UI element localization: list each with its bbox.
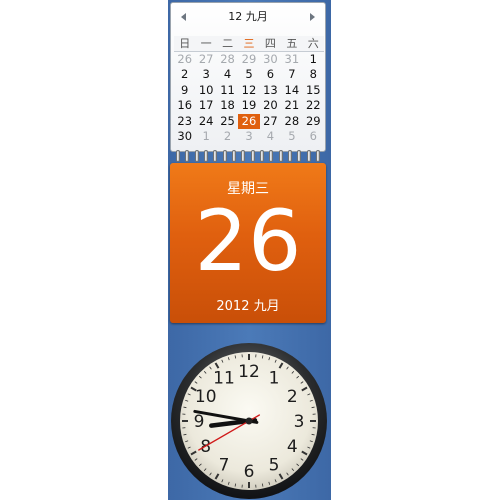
spiral-coil	[213, 150, 218, 162]
clock-number: 10	[195, 387, 217, 407]
calendar-day[interactable]: 22	[303, 98, 324, 114]
clock-number: 5	[269, 455, 280, 475]
calendar-day[interactable]: 2	[174, 67, 195, 83]
spiral-coil	[203, 150, 208, 162]
calendar-day[interactable]: 6	[260, 67, 281, 83]
weekday-header: 六	[302, 36, 324, 52]
calendar-day[interactable]: 21	[281, 98, 302, 114]
calendar-day[interactable]: 24	[195, 114, 216, 130]
clock-number: 2	[287, 387, 298, 407]
analog-clock[interactable]: 12 12 3 45678 9 1011	[168, 338, 330, 500]
calendar-day[interactable]: 6	[303, 129, 324, 145]
spiral-coil	[241, 150, 246, 162]
calendar-day[interactable]: 16	[174, 98, 195, 114]
calendar-day[interactable]: 15	[303, 83, 324, 99]
spiral-coil	[297, 150, 302, 162]
clock-number: 6	[244, 462, 255, 482]
weekday-header: 日	[174, 36, 196, 52]
calendar-day[interactable]: 29	[238, 52, 259, 68]
calendar-day[interactable]: 27	[260, 114, 281, 130]
calendar-day[interactable]: 3	[195, 67, 216, 83]
weekday-header: 一	[195, 36, 217, 52]
calendar-day[interactable]: 17	[195, 98, 216, 114]
spiral-coil	[231, 150, 236, 162]
clock-number: 7	[219, 455, 230, 475]
calendar-day[interactable]: 12	[238, 83, 259, 99]
calendar-day[interactable]: 19	[238, 98, 259, 114]
calendar-day[interactable]: 20	[260, 98, 281, 114]
clock-number: 11	[213, 369, 235, 389]
day-card[interactable]: 星期三 26 2012 九月	[170, 163, 326, 323]
calendar-day[interactable]: 2	[217, 129, 238, 145]
calendar-day[interactable]: 1	[195, 129, 216, 145]
calendar-day-today[interactable]: 26	[238, 113, 260, 129]
calendar-day[interactable]: 28	[217, 52, 238, 68]
calendar-day[interactable]: 3	[238, 129, 259, 145]
spiral-coil	[185, 150, 190, 162]
clock-number: 4	[287, 437, 298, 457]
spiral-coil	[269, 150, 274, 162]
clock-number: 1	[269, 369, 280, 389]
spiral-coil	[259, 150, 264, 162]
calendar-day[interactable]: 23	[174, 114, 195, 130]
calendar-header: 12 九月	[171, 9, 325, 27]
clock-number: 3	[294, 412, 305, 432]
calendar-day[interactable]: 18	[217, 98, 238, 114]
spiral-coil	[306, 150, 311, 162]
calendar-day[interactable]: 25	[217, 114, 238, 130]
spiral-coil	[287, 150, 292, 162]
calendar-day[interactable]: 11	[217, 83, 238, 99]
calendar-day[interactable]: 30	[260, 52, 281, 68]
weekday-header: 四	[259, 36, 282, 52]
day-number: 26	[194, 192, 302, 290]
weekday-header: 五	[281, 36, 303, 52]
calendar-day[interactable]: 5	[281, 129, 302, 145]
clock-number: 12	[238, 362, 260, 382]
spiral-coil	[194, 150, 199, 162]
calendar-day[interactable]: 26	[174, 52, 195, 68]
calendar-day[interactable]: 13	[260, 83, 281, 99]
calendar-day[interactable]: 28	[281, 114, 302, 130]
month-calendar: 12 九月 日一二三四五六 26 27 28 29 30 31 1 2 3 4 5 6 7 8 9 10 11 12…	[170, 2, 326, 152]
spiral-coil	[176, 150, 180, 162]
calendar-day[interactable]: 30	[174, 129, 195, 145]
calendar-day[interactable]: 29	[303, 114, 324, 130]
spiral-coil	[250, 150, 255, 162]
calendar-month-title[interactable]: 12 九月	[201, 9, 295, 25]
spiral-binding	[172, 150, 324, 164]
spiral-coil	[222, 150, 227, 162]
next-month-arrow-icon[interactable]	[305, 10, 319, 24]
calendar-day[interactable]: 27	[195, 52, 216, 68]
previous-month-arrow-icon[interactable]	[177, 10, 191, 24]
year-month-label: 2012 九月	[216, 299, 280, 314]
spiral-coil	[278, 150, 283, 162]
calendar-day[interactable]: 4	[217, 67, 238, 83]
calendar-day[interactable]: 10	[195, 83, 216, 99]
calendar-day[interactable]: 7	[281, 67, 302, 83]
calendar-day[interactable]: 31	[281, 52, 302, 68]
clock-number: 9	[194, 412, 205, 432]
weekday-header: 二	[216, 36, 239, 52]
calendar-day[interactable]: 9	[174, 83, 195, 99]
spiral-coil	[315, 150, 320, 162]
clock-center-pin	[245, 417, 253, 425]
weekday-header: 三	[238, 36, 260, 52]
calendar-day[interactable]: 1	[303, 52, 324, 68]
calendar-day[interactable]: 5	[238, 67, 259, 83]
calendar-day[interactable]: 8	[303, 67, 324, 83]
calendar-day[interactable]: 14	[281, 83, 302, 99]
calendar-day[interactable]: 4	[260, 129, 281, 145]
clock-number: 8	[200, 437, 211, 457]
calendar-grid: 日一二三四五六 26 27 28 29 30 31 1 2 3 4 5 6 7 8 9 10 11 12 13 14 15…	[174, 36, 324, 145]
